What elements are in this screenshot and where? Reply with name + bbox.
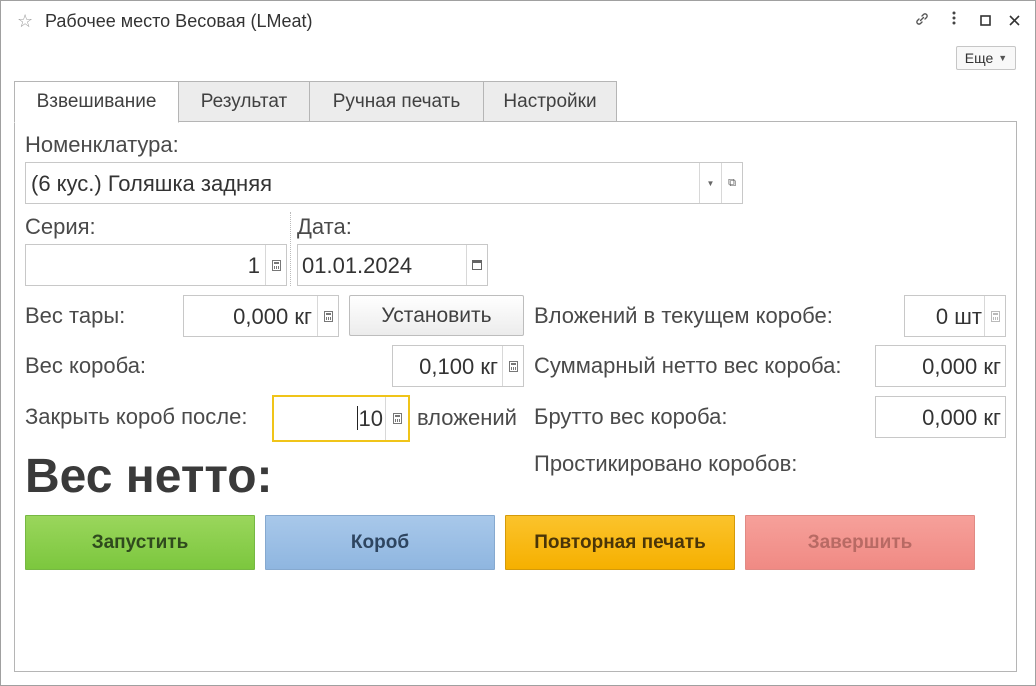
more-button[interactable]: Еще ▼ bbox=[956, 46, 1016, 70]
series-label: Серия: bbox=[25, 214, 96, 239]
more-label: Еще bbox=[964, 50, 994, 66]
window-title: Рабочее место Весовая (LMeat) bbox=[45, 11, 313, 31]
gross-field: 0,000 кг bbox=[875, 396, 1006, 438]
close-after-field[interactable]: 10 bbox=[272, 395, 410, 442]
tab-label: Результат bbox=[200, 90, 288, 112]
workplace-window: ☆ Рабочее место Весовая (LMeat) Еще ▼ Вз… bbox=[0, 0, 1036, 686]
calculator-button[interactable] bbox=[318, 296, 338, 336]
net-sum-value: 0,000 кг bbox=[922, 354, 1001, 379]
calculator-icon bbox=[271, 259, 281, 271]
reprint-button[interactable]: Повторная печать bbox=[505, 515, 735, 570]
link-icon[interactable] bbox=[914, 11, 930, 31]
calculator-icon bbox=[323, 310, 333, 322]
more-vertical-icon[interactable] bbox=[951, 10, 957, 30]
calendar-button[interactable] bbox=[467, 245, 487, 285]
gross-value: 0,000 кг bbox=[922, 405, 1001, 430]
box-button[interactable]: Короб bbox=[265, 515, 495, 570]
date-field[interactable]: 01.01.2024 bbox=[297, 244, 488, 286]
start-label: Запустить bbox=[91, 531, 189, 553]
dropdown-button[interactable]: ▼ bbox=[700, 163, 721, 203]
nomenclature-label: Номенклатура: bbox=[25, 132, 179, 157]
title-bar: ☆ Рабочее место Весовая (LMeat) bbox=[1, 1, 1035, 43]
tab-settings[interactable]: Настройки bbox=[483, 81, 617, 122]
box-weight-label: Вес короба: bbox=[25, 353, 147, 378]
nested-field: 0 шт bbox=[904, 295, 1006, 337]
column-divider bbox=[290, 212, 291, 286]
tab-manual-print[interactable]: Ручная печать bbox=[309, 81, 484, 122]
nested-label: Вложений в текущем коробе: bbox=[534, 303, 833, 328]
text-cursor bbox=[356, 406, 358, 430]
reprint-label: Повторная печать bbox=[534, 531, 706, 553]
stickered-label: Простикировано коробов: bbox=[534, 451, 798, 476]
tare-field[interactable]: 0,000 кг bbox=[183, 295, 339, 337]
series-field[interactable]: 1 bbox=[25, 244, 287, 286]
nomenclature-field[interactable]: (6 кус.) Голяшка задняя ▼ ⧉ bbox=[25, 162, 743, 204]
calculator-button[interactable] bbox=[386, 397, 408, 440]
open-window-icon: ⧉ bbox=[728, 176, 736, 189]
series-value: 1 bbox=[247, 253, 260, 278]
chevron-down-icon: ▼ bbox=[706, 178, 715, 188]
close-after-suffix: вложений bbox=[417, 405, 517, 430]
net-sum-field: 0,000 кг bbox=[875, 345, 1006, 387]
open-button[interactable]: ⧉ bbox=[722, 163, 742, 203]
nested-value: 0 шт bbox=[935, 304, 982, 329]
tab-result[interactable]: Результат bbox=[178, 81, 310, 122]
close-icon[interactable] bbox=[1009, 13, 1020, 30]
calculator-icon bbox=[990, 310, 1000, 322]
tare-label: Вес тары: bbox=[25, 303, 126, 328]
net-weight-title: Вес нетто: bbox=[25, 450, 273, 503]
nomenclature-value: (6 кус.) Голяшка задняя bbox=[31, 171, 273, 196]
calculator-icon bbox=[508, 360, 518, 372]
box-weight-field[interactable]: 0,100 кг bbox=[392, 345, 524, 387]
box-weight-value: 0,100 кг bbox=[419, 354, 498, 379]
date-value: 01.01.2024 bbox=[302, 253, 413, 278]
set-tare-button[interactable]: Установить bbox=[349, 295, 524, 336]
close-after-value: 10 bbox=[356, 406, 383, 432]
calculator-button bbox=[985, 296, 1005, 336]
gross-label: Брутто вес короба: bbox=[534, 404, 728, 429]
net-sum-label: Суммарный нетто вес короба: bbox=[534, 353, 842, 378]
star-icon[interactable]: ☆ bbox=[17, 11, 33, 32]
box-label: Короб bbox=[350, 531, 410, 553]
calculator-button[interactable] bbox=[266, 245, 286, 285]
close-after-label: Закрыть короб после: bbox=[25, 404, 248, 429]
tab-label: Настройки bbox=[503, 90, 597, 112]
calculator-button[interactable] bbox=[503, 346, 523, 386]
set-tare-label: Установить bbox=[381, 303, 492, 327]
tab-label: Ручная печать bbox=[332, 90, 461, 112]
calendar-icon bbox=[472, 260, 482, 270]
start-button[interactable]: Запустить bbox=[25, 515, 255, 570]
tare-value: 0,000 кг bbox=[233, 304, 312, 329]
finish-button[interactable]: Завершить bbox=[745, 515, 975, 570]
date-label: Дата: bbox=[297, 214, 352, 239]
tab-label: Взвешивание bbox=[36, 91, 157, 112]
finish-label: Завершить bbox=[807, 531, 913, 553]
chevron-down-icon: ▼ bbox=[998, 53, 1008, 63]
tab-weighing[interactable]: Взвешивание bbox=[14, 81, 179, 123]
close-after-number: 10 bbox=[358, 406, 383, 431]
calculator-icon bbox=[392, 413, 402, 424]
maximize-icon[interactable] bbox=[980, 13, 991, 30]
